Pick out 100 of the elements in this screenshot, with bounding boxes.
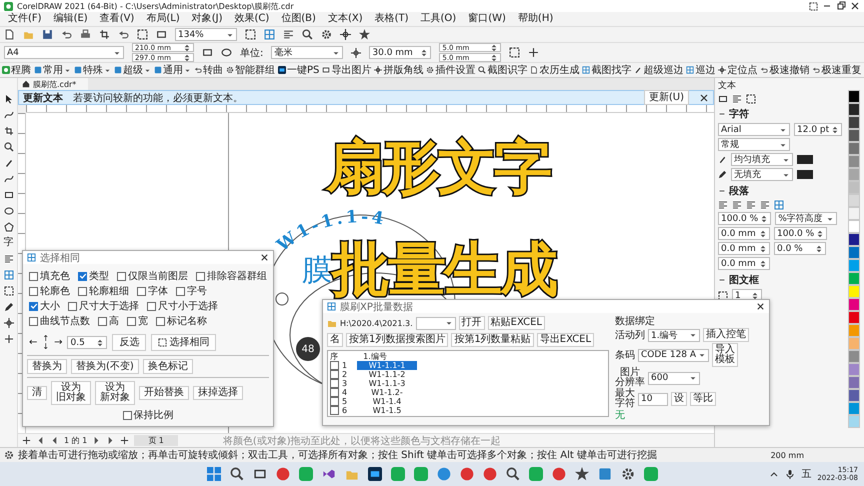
action-button[interactable]: 抹掉选择 xyxy=(193,386,243,400)
spinner-icon[interactable] xyxy=(420,48,428,56)
previous-page-icon[interactable] xyxy=(50,436,59,445)
color-swatch[interactable] xyxy=(848,220,860,233)
column-field[interactable]: 1.编号 xyxy=(648,328,700,342)
color-swatch[interactable] xyxy=(848,311,860,324)
color-swatch[interactable] xyxy=(848,233,860,246)
spinner-icon[interactable] xyxy=(815,244,823,252)
action-button[interactable]: 清 xyxy=(27,386,47,400)
plugin-button[interactable]: 农历生成 xyxy=(530,63,580,77)
printer-icon[interactable] xyxy=(80,29,91,40)
plugin-button[interactable]: 特殊 xyxy=(74,63,111,77)
menu-item[interactable]: 位图(B) xyxy=(281,13,316,25)
insert-button[interactable]: 插入控笔 xyxy=(703,328,749,342)
grid-icon[interactable] xyxy=(4,270,14,280)
menu-item[interactable]: 对象(J) xyxy=(192,13,222,25)
frame-icon[interactable] xyxy=(509,47,520,58)
lines-icon[interactable] xyxy=(4,254,14,264)
color-swatch[interactable] xyxy=(797,170,813,179)
menu-item[interactable]: 编辑(E) xyxy=(54,13,88,25)
close-icon[interactable] xyxy=(260,253,269,262)
color-swatch[interactable] xyxy=(848,246,860,259)
set-button[interactable]: 设 xyxy=(671,392,687,406)
frame-icon[interactable] xyxy=(137,29,148,40)
lines-icon[interactable] xyxy=(283,29,294,40)
spinner-icon[interactable] xyxy=(760,214,768,222)
plugin-button[interactable]: 转曲 xyxy=(194,63,223,77)
pen-icon[interactable] xyxy=(4,158,14,168)
plugin-button[interactable]: 拼版角线 xyxy=(374,63,424,77)
magnifier-icon[interactable] xyxy=(506,467,520,481)
color-swatch[interactable] xyxy=(848,168,860,181)
ellipse-icon[interactable] xyxy=(4,206,14,216)
circle-icon[interactable] xyxy=(276,467,290,481)
checkbox[interactable] xyxy=(68,302,77,310)
indent-field[interactable]: 0.0 mm xyxy=(718,257,770,270)
color-swatch[interactable] xyxy=(848,103,860,116)
plus-icon[interactable] xyxy=(528,47,540,58)
plugin-button[interactable]: 巡边 xyxy=(686,63,716,77)
app-icon[interactable] xyxy=(368,467,382,481)
color-swatch[interactable] xyxy=(848,376,860,389)
new-document-icon[interactable] xyxy=(4,29,15,40)
plus-icon[interactable] xyxy=(4,334,14,344)
circle-icon[interactable] xyxy=(552,467,566,481)
list-item[interactable]: W1-1.1-1 xyxy=(357,361,417,370)
menu-item[interactable]: 工具(O) xyxy=(420,13,456,25)
search-icon[interactable] xyxy=(230,467,244,481)
color-swatch[interactable] xyxy=(848,259,860,272)
shape-tool-icon[interactable] xyxy=(4,110,14,120)
outline-type-field[interactable]: 无填充 xyxy=(731,168,793,181)
spacing-unit-field[interactable]: %字符高度 xyxy=(775,212,838,225)
plugin-button[interactable]: 极速重复 xyxy=(812,63,862,77)
color-swatch[interactable] xyxy=(848,272,860,285)
action-button[interactable]: 设为 新对象 xyxy=(95,381,135,405)
frame-icon[interactable] xyxy=(746,94,756,104)
page-size-field[interactable]: A4 xyxy=(4,46,124,59)
color-swatch[interactable] xyxy=(848,415,860,428)
open-button[interactable]: 打开 xyxy=(458,316,485,330)
color-swatch[interactable] xyxy=(848,194,860,207)
checkbox[interactable] xyxy=(127,316,136,326)
select-same-button[interactable]: 选择相同 xyxy=(151,334,216,351)
alignment-icon[interactable] xyxy=(746,200,756,210)
save-icon[interactable] xyxy=(42,29,53,40)
color-swatch[interactable] xyxy=(848,207,860,220)
indent-field[interactable]: 0.0 mm xyxy=(718,242,770,255)
circle-icon[interactable] xyxy=(482,467,496,481)
menu-item[interactable]: 窗口(W) xyxy=(468,13,506,25)
close-icon[interactable] xyxy=(699,92,709,102)
spacing-field[interactable]: 0.0 % xyxy=(774,242,826,255)
text-tool[interactable]: 字 xyxy=(4,238,14,248)
gear-icon[interactable] xyxy=(620,467,634,481)
color-swatch[interactable] xyxy=(848,142,860,155)
replace-button[interactable]: 替换为(不变) xyxy=(71,359,139,374)
line-spacing-field[interactable]: 100.0 % xyxy=(718,212,772,225)
alignment-icon[interactable] xyxy=(774,200,784,210)
rectangle-icon[interactable] xyxy=(156,29,167,40)
crop-icon[interactable] xyxy=(99,29,110,40)
plugin-button[interactable]: 程腾 xyxy=(2,63,31,77)
settings-icon[interactable] xyxy=(4,450,14,460)
menu-item[interactable]: 效果(C) xyxy=(234,13,270,25)
invert-button[interactable]: 反选 xyxy=(112,334,146,351)
page-tab[interactable]: 页 1 xyxy=(134,435,178,446)
checkbox[interactable] xyxy=(330,406,339,415)
paragraph-icon[interactable] xyxy=(732,94,742,104)
first-page-icon[interactable] xyxy=(36,436,45,445)
action-button[interactable]: 设为 旧对象 xyxy=(51,381,91,405)
checkbox[interactable] xyxy=(29,316,38,326)
color-swatch[interactable] xyxy=(848,324,860,337)
checkbox[interactable] xyxy=(98,316,107,326)
plugin-button[interactable]: 导出图片 xyxy=(322,63,372,77)
polygon-icon[interactable] xyxy=(4,222,14,232)
color-swatch[interactable] xyxy=(797,155,813,164)
close-icon[interactable] xyxy=(850,1,860,11)
checkbox[interactable] xyxy=(330,370,339,379)
font-style-field[interactable]: 常规 xyxy=(718,138,790,151)
list-item[interactable]: W1-1.4 xyxy=(357,397,417,406)
paste-button[interactable]: 粘贴EXCEL xyxy=(488,316,545,330)
alignment-icon[interactable] xyxy=(760,200,770,210)
barcode-field[interactable]: CODE 128 A xyxy=(638,348,710,362)
landscape-icon[interactable] xyxy=(221,47,232,58)
checkbox[interactable] xyxy=(78,272,87,280)
